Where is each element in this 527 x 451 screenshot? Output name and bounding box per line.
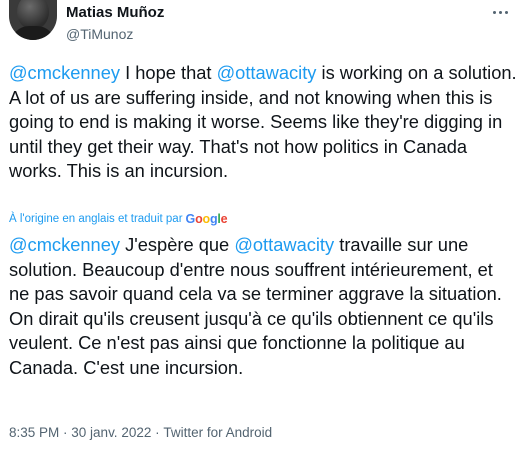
translation-label[interactable]: À l'origine en anglais et traduit par bbox=[9, 213, 183, 225]
tweet-text-segment: travaille sur une solution. Beaucoup d'e… bbox=[9, 234, 502, 378]
more-dot bbox=[492, 10, 496, 14]
meta-separator: · bbox=[151, 424, 164, 440]
translation-attribution: À l'origine en anglais et traduit par Go… bbox=[9, 210, 228, 228]
tweet-metadata: 8:35 PM · 30 janv. 2022 · Twitter for An… bbox=[9, 423, 272, 441]
more-horizontal-icon[interactable] bbox=[489, 4, 511, 20]
author-block: Matias Muñoz @TiMunoz bbox=[66, 3, 164, 44]
tweet-header: Matias Muñoz @TiMunoz bbox=[9, 0, 517, 48]
tweet-source[interactable]: Twitter for Android bbox=[163, 425, 272, 440]
meta-separator: · bbox=[59, 424, 72, 440]
more-dot bbox=[504, 10, 508, 14]
tweet-date[interactable]: 30 janv. 2022 bbox=[71, 425, 151, 440]
google-logo: Google bbox=[185, 212, 228, 226]
tweet-text-segment: J'espère que bbox=[120, 234, 235, 255]
tweet-card: Matias Muñoz @TiMunoz @cmckenney I hope … bbox=[0, 0, 527, 451]
author-handle[interactable]: @TiMunoz bbox=[66, 24, 164, 44]
tweet-text-translated: @cmckenney J'espère que @ottawacity trav… bbox=[9, 233, 517, 380]
more-dot bbox=[498, 10, 502, 14]
author-display-name[interactable]: Matias Muñoz bbox=[66, 3, 164, 23]
avatar-shoulders bbox=[11, 26, 55, 40]
mention-link[interactable]: @cmckenney bbox=[9, 234, 120, 255]
avatar[interactable] bbox=[9, 0, 57, 40]
mention-link[interactable]: @ottawacity bbox=[217, 62, 317, 83]
tweet-time[interactable]: 8:35 PM bbox=[9, 425, 59, 440]
tweet-text-original: @cmckenney I hope that @ottawacity is wo… bbox=[9, 61, 517, 184]
mention-link[interactable]: @cmckenney bbox=[9, 62, 120, 83]
mention-link[interactable]: @ottawacity bbox=[234, 234, 334, 255]
tweet-text-segment: I hope that bbox=[120, 62, 217, 83]
